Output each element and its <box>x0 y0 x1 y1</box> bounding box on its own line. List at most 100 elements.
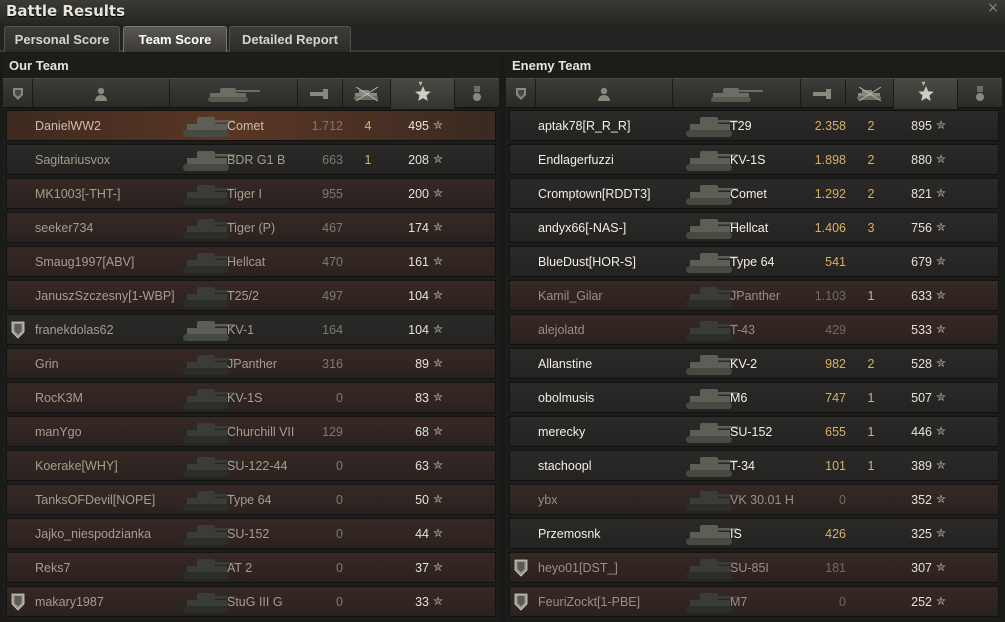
damage-value: 541 <box>825 255 846 269</box>
our-team-title: Our Team <box>9 58 69 73</box>
player-row[interactable]: MK1003[-THT-] Tiger I 955 200 ✮ <box>6 178 496 209</box>
player-row[interactable]: makary1987 StuG III G 0 33 ✮ <box>6 586 496 617</box>
player-row[interactable]: BlueDust[HOR-S] Type 64 541 679 ✮ <box>509 246 999 277</box>
player-row[interactable]: JanuszSzczesny[1-WBP] T25/2 497 104 ✮ <box>6 280 496 311</box>
vehicle-column-header[interactable] <box>170 79 298 109</box>
player-row[interactable]: Cromptown[RDDT3] Comet 1.292 2 821 ✮ <box>509 178 999 209</box>
player-name: obolmusis <box>538 391 595 405</box>
star-icon: ✮ <box>936 288 947 302</box>
player-row[interactable]: franekdolas62 KV-1 164 104 ✮ <box>6 314 496 345</box>
damage-value: 429 <box>825 323 846 337</box>
medal-badge-icon <box>514 559 528 577</box>
player-row[interactable]: ybx VK 30.01 H 0 352 ✮ <box>509 484 999 515</box>
damage-value: 470 <box>322 255 343 269</box>
experience-value: 507 <box>911 391 932 405</box>
player-row[interactable]: manYgo Churchill VII 129 68 ✮ <box>6 416 496 447</box>
damage-value: 129 <box>322 425 343 439</box>
damage-value: 467 <box>322 221 343 235</box>
star-icon: ✮ <box>936 424 947 438</box>
player-row[interactable]: Przemosnk IS 426 325 ✮ <box>509 518 999 549</box>
vehicle-name: Comet <box>227 119 264 133</box>
experience-value: 68 <box>415 425 429 439</box>
star-icon: ✮ <box>433 322 444 336</box>
player-row[interactable]: stachoopl T-34 101 1 389 ✮ <box>509 450 999 481</box>
player-row[interactable]: Jajko_niespodzianka SU-152 0 44 ✮ <box>6 518 496 549</box>
experience-value: 895 <box>911 119 932 133</box>
player-row[interactable]: Sagitariusvox BDR G1 B 663 1 208 ✮ <box>6 144 496 175</box>
player-row[interactable]: Grin JPanther 316 89 ✮ <box>6 348 496 379</box>
experience-column-header[interactable]: ▾ <box>391 79 455 109</box>
player-row[interactable]: andyx66[-NAS-] Hellcat 1.406 3 756 ✮ <box>509 212 999 243</box>
vehicle-column-header[interactable] <box>673 79 801 109</box>
medal-icon <box>515 88 526 100</box>
player-row[interactable]: Koerake[WHY] SU-122-44 0 63 ✮ <box>6 450 496 481</box>
experience-value: 208 <box>408 153 429 167</box>
player-row[interactable]: aptak78[R_R_R] T29 2.358 2 895 ✮ <box>509 110 999 141</box>
star-icon: ✮ <box>433 492 444 506</box>
player-name: TanksOFDevil[NOPE] <box>35 493 156 507</box>
achievements-column-header[interactable] <box>958 79 1002 109</box>
player-row[interactable]: obolmusis M6 747 1 507 ✮ <box>509 382 999 413</box>
damage-value: 0 <box>336 391 343 405</box>
kills-column-header[interactable] <box>846 79 894 109</box>
player-column-header[interactable] <box>33 79 170 109</box>
player-row[interactable]: DanielWW2 Comet 1.712 4 495 ✮ <box>6 110 496 141</box>
player-row[interactable]: Kamil_Gilar JPanther 1.103 1 633 ✮ <box>509 280 999 311</box>
vehicle-name: VK 30.01 H <box>730 493 794 507</box>
player-row[interactable]: seeker734 Tiger (P) 467 174 ✮ <box>6 212 496 243</box>
vehicle-name: AT 2 <box>227 561 253 575</box>
kills-value: 2 <box>867 119 875 133</box>
medal-badge-icon <box>11 321 25 339</box>
player-row[interactable]: Endlagerfuzzi KV-1S 1.898 2 880 ✮ <box>509 144 999 175</box>
player-row[interactable]: alejolatd T-43 429 533 ✮ <box>509 314 999 345</box>
tab-personal-score[interactable]: Personal Score <box>4 26 120 52</box>
kills-value: 1 <box>867 459 875 473</box>
kills-value: 2 <box>867 153 875 167</box>
player-row[interactable]: Reks7 AT 2 0 37 ✮ <box>6 552 496 583</box>
tank-icon <box>207 88 260 102</box>
experience-value: 528 <box>911 357 932 371</box>
medal-icon <box>12 88 23 100</box>
star-icon: ✮ <box>936 390 947 404</box>
star-icon: ✮ <box>936 458 947 472</box>
player-row[interactable]: heyo01[DST_] SU-85I 181 307 ✮ <box>509 552 999 583</box>
vehicle-name: KV-2 <box>730 357 758 371</box>
close-icon[interactable]: × <box>985 0 1001 16</box>
player-column-header[interactable] <box>536 79 673 109</box>
tab-team-score[interactable]: Team Score <box>123 26 227 52</box>
medal-column-header[interactable] <box>3 79 33 109</box>
player-name: Grin <box>35 357 59 371</box>
player-row[interactable]: merecky SU-152 655 1 446 ✮ <box>509 416 999 447</box>
experience-value: 104 <box>408 323 429 337</box>
star-icon: ✮ <box>433 152 444 166</box>
player-row[interactable]: RocK3M KV-1S 0 83 ✮ <box>6 382 496 413</box>
experience-column-header[interactable]: ▾ <box>894 79 958 109</box>
tab-detailed-report[interactable]: Detailed Report <box>229 26 351 52</box>
experience-value: 161 <box>408 255 429 269</box>
experience-value: 756 <box>911 221 932 235</box>
player-row[interactable]: Smaug1997[ABV] Hellcat 470 161 ✮ <box>6 246 496 277</box>
experience-value: 252 <box>911 595 932 609</box>
vehicle-name: JPanther <box>227 357 278 371</box>
vehicle-name: SU-152 <box>730 425 773 439</box>
vehicle-name: IS <box>730 527 742 541</box>
player-row[interactable]: FeuriZockt[1-PBE] M7 0 252 ✮ <box>509 586 999 617</box>
damage-value: 101 <box>825 459 846 473</box>
experience-value: 83 <box>415 391 429 405</box>
medal-column-header[interactable] <box>506 79 536 109</box>
damage-column-header[interactable] <box>298 79 343 109</box>
vehicle-name: KV-1S <box>227 391 263 405</box>
player-row[interactable]: TanksOFDevil[NOPE] Type 64 0 50 ✮ <box>6 484 496 515</box>
destroyed-tank-icon <box>353 87 378 101</box>
experience-value: 495 <box>408 119 429 133</box>
player-name: makary1987 <box>35 595 104 609</box>
vehicle-name: Type 64 <box>227 493 272 507</box>
experience-value: 37 <box>415 561 429 575</box>
damage-column-header[interactable] <box>801 79 846 109</box>
player-row[interactable]: Allanstine KV-2 982 2 528 ✮ <box>509 348 999 379</box>
achievements-column-header[interactable] <box>455 79 499 109</box>
kills-column-header[interactable] <box>343 79 391 109</box>
experience-value: 880 <box>911 153 932 167</box>
experience-value: 63 <box>415 459 429 473</box>
vehicle-name: KV-1 <box>227 323 255 337</box>
